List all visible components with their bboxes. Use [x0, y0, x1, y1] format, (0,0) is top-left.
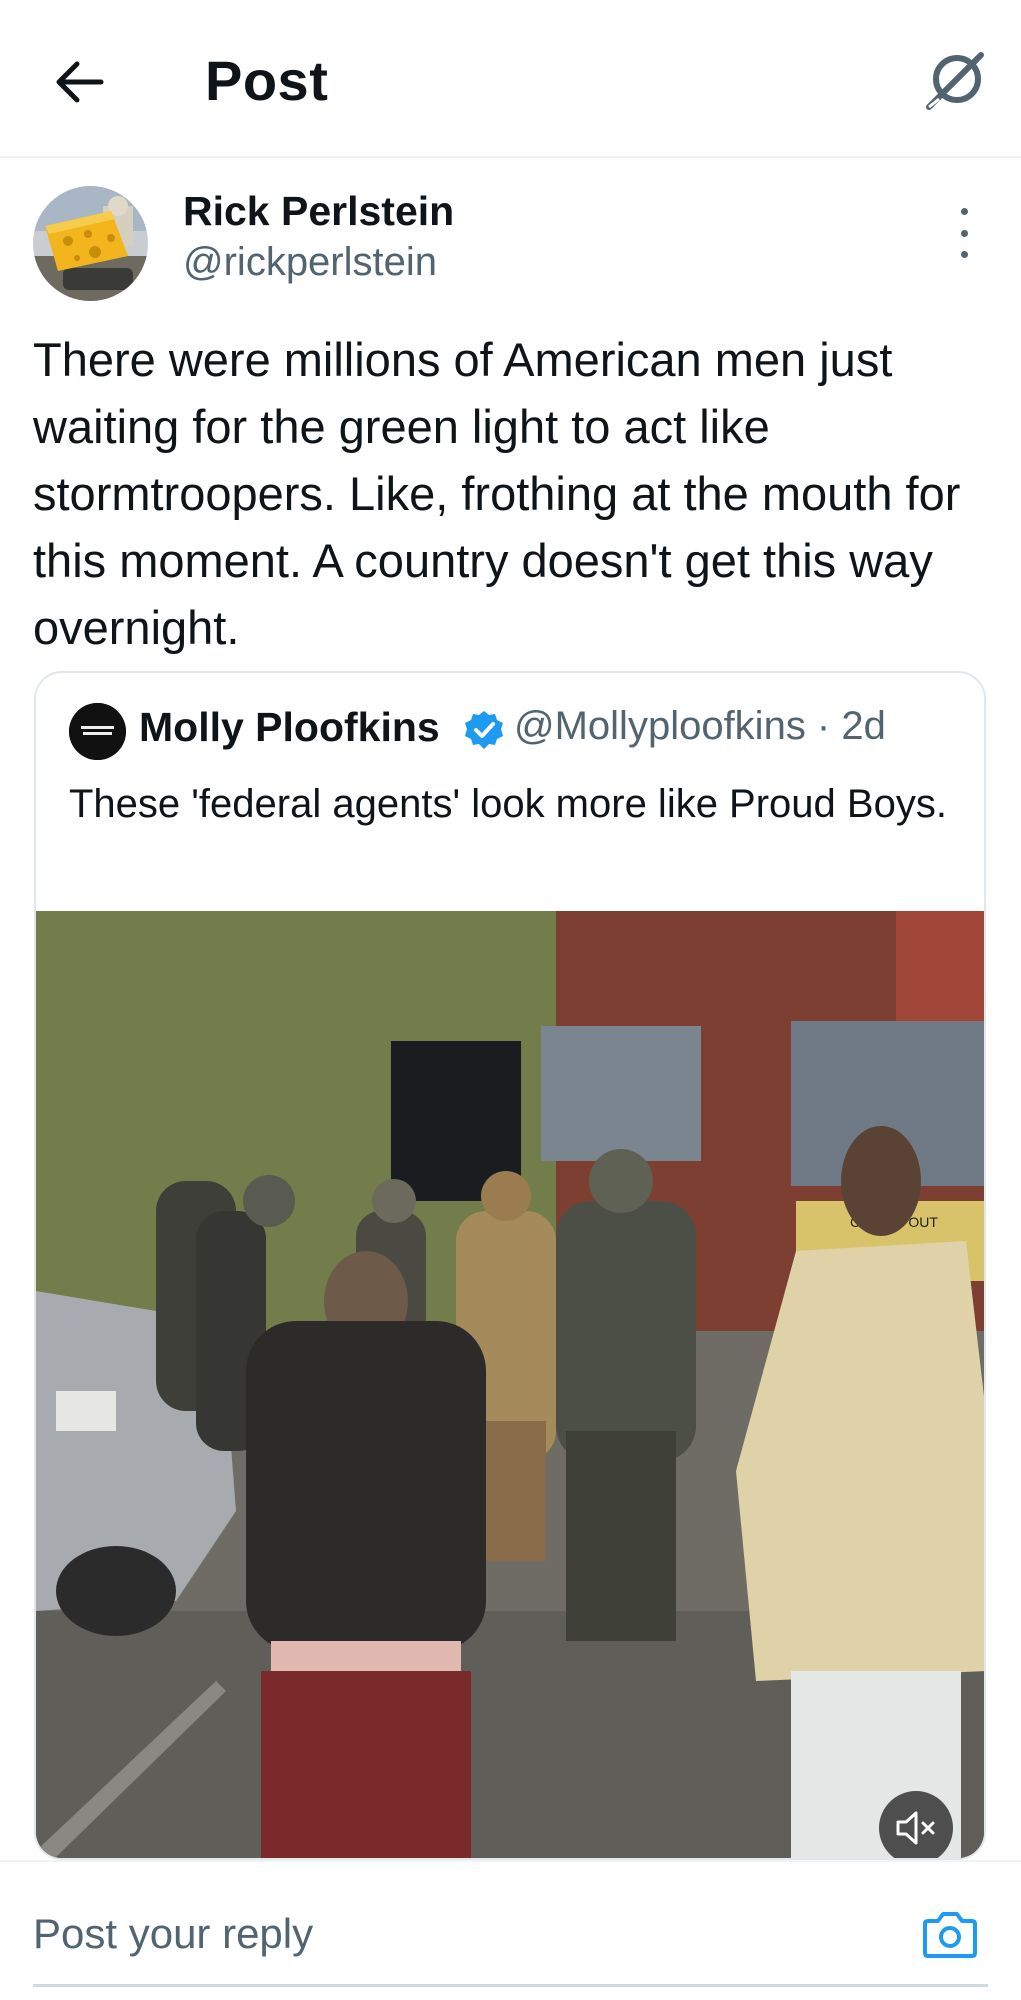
author-avatar[interactable]	[33, 186, 148, 301]
arrow-left-icon	[56, 61, 104, 103]
video-frame: CROWD OUT	[36, 911, 984, 1858]
more-vertical-icon	[960, 208, 968, 215]
mute-toggle-button[interactable]	[879, 1791, 953, 1858]
grok-button[interactable]	[920, 46, 990, 116]
page-title: Post	[205, 49, 329, 112]
author-name[interactable]: Rick Perlstein	[183, 188, 454, 235]
post-text: There were millions of American men just…	[33, 333, 961, 654]
speaker-muted-icon	[896, 1811, 935, 1845]
camera-icon	[923, 1912, 977, 1958]
more-options-button[interactable]	[950, 208, 978, 258]
reply-input[interactable]: Post your reply	[33, 1910, 313, 1958]
camera-button[interactable]	[920, 1906, 980, 1962]
quote-handle-time: @Mollyploofkins · 2d	[514, 704, 886, 748]
back-button[interactable]	[50, 52, 110, 112]
reply-underline	[33, 1984, 988, 1987]
author-handle[interactable]: @rickperlstein	[183, 240, 437, 285]
verified-badge-icon	[465, 711, 503, 749]
quote-author-avatar	[69, 703, 126, 760]
quote-video[interactable]: CROWD OUT	[36, 911, 984, 1858]
top-bar: Post	[0, 0, 1021, 158]
quoted-post-card[interactable]: Molly Ploofkins @Mollyploofkins · 2d The…	[34, 671, 986, 1860]
quote-text: These 'federal agents' look more like Pr…	[69, 782, 947, 826]
reply-composer: Post your reply	[0, 1860, 1021, 2000]
quote-author-name: Molly Ploofkins	[139, 704, 440, 750]
grok-icon	[926, 52, 984, 110]
